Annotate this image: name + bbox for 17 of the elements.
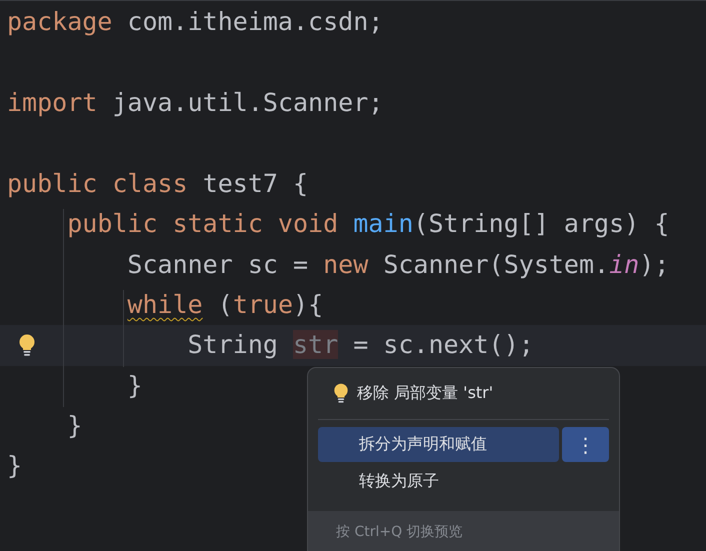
code-line: Scanner sc = new Scanner(System.in);	[126, 250, 670, 280]
menu-item[interactable]: 转换为原子	[318, 464, 609, 499]
code-line: import java.util.Scanner;	[7, 88, 384, 118]
code-line: String str = sc.next();	[186, 330, 534, 360]
lightbulb-icon[interactable]	[18, 334, 36, 358]
menu-item[interactable]: 移除 局部变量 'str'	[357, 383, 494, 404]
code-line: public static void main(String[] args) {	[66, 209, 670, 240]
code-line: public class test7 {	[7, 168, 308, 199]
code-line: }	[7, 451, 22, 482]
code-line: package com.itheima.csdn;	[7, 7, 384, 38]
more-button[interactable]: ⋮	[562, 427, 609, 462]
menu-item[interactable]: 拆分为声明和赋值	[318, 427, 559, 462]
code-line: }	[66, 411, 82, 442]
code-line: }	[126, 370, 142, 401]
lightbulb-icon	[333, 383, 349, 404]
code-line: while (true){	[126, 290, 324, 320]
hint-text: 按 Ctrl+Q 切换预览	[336, 523, 463, 541]
